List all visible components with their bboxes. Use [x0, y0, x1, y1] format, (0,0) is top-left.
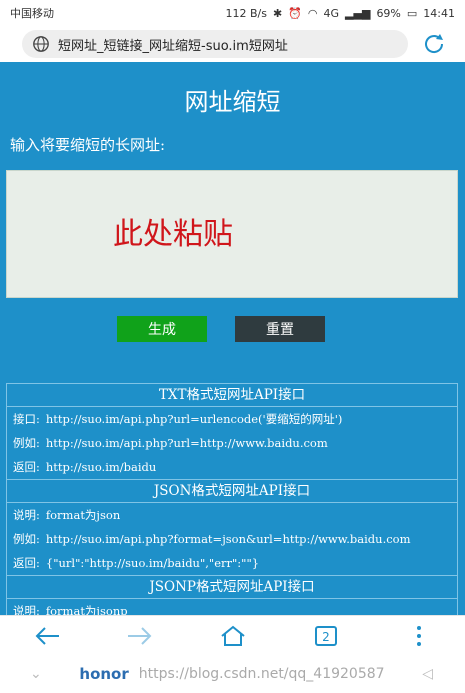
jsonp-api-row: 说明: format为jsonp — [13, 604, 128, 615]
system-center: honor https://blog.csdn.net/qq_41920587 — [79, 665, 384, 683]
browser-bottom-nav: 2 — [0, 615, 465, 656]
network-type: 4G — [323, 6, 340, 20]
menu-button[interactable] — [399, 619, 439, 653]
back-button[interactable] — [27, 619, 67, 653]
page-title: 网址缩短 — [184, 88, 281, 116]
home-icon — [220, 625, 245, 646]
status-right: 112 B/s ✱ ⏰ ◠ 4G ▂▄▆ 69% ▭ 14:41 — [226, 7, 456, 20]
brand-logo: honor — [79, 665, 129, 683]
bluetooth-icon: ✱ — [272, 6, 283, 20]
collapse-icon[interactable]: ⌄ — [30, 666, 42, 682]
tab-count: 2 — [322, 630, 330, 644]
system-nav-bar: ⌄ honor https://blog.csdn.net/qq_4192058… — [0, 655, 465, 693]
txt-api-row: 返回: http://suo.im/baidu — [7, 455, 457, 480]
json-api-row: 说明: format为json — [13, 508, 121, 522]
jsonp-api-title: JSONP格式短网址API接口 — [7, 576, 457, 599]
reset-button[interactable]: 重置 — [235, 316, 325, 342]
generate-button[interactable]: 生成 — [117, 316, 207, 342]
home-button[interactable] — [213, 619, 253, 653]
json-api-row: 例如: http://suo.im/api.php?format=json&url… — [13, 532, 411, 546]
watermark-text: https://blog.csdn.net/qq_41920587 — [138, 666, 385, 682]
signal-icon: ▂▄▆ — [345, 6, 371, 20]
clock: 14:41 — [423, 6, 455, 20]
carrier-label: 中国移动 — [10, 7, 54, 20]
status-bar: 中国移动 112 B/s ✱ ⏰ ◠ 4G ▂▄▆ 69% ▭ 14:41 — [0, 0, 465, 26]
tabs-icon: 2 — [314, 626, 337, 646]
address-text: 短网址_短链接_网址缩短-suo.im短网址 — [58, 38, 288, 54]
battery-icon: ▭ — [406, 6, 418, 20]
txt-api-row: 例如: http://suo.im/api.php?url=http://www.… — [13, 436, 328, 450]
url-prompt: 输入将要缩短的长网址: — [10, 136, 166, 154]
back-arrow-icon — [35, 627, 59, 645]
txt-api-row: 接口: http://suo.im/api.php?url=urlencode('… — [13, 412, 343, 426]
wifi-icon: ◠ — [307, 6, 318, 20]
json-api-row: 返回: {"url":"http://suo.im/baidu","err":""… — [7, 551, 457, 576]
browser-toolbar: 短网址_短链接_网址缩短-suo.im短网址 — [0, 26, 465, 62]
recent-apps-icon[interactable]: ◁ — [422, 666, 433, 682]
tabs-button[interactable]: 2 — [306, 619, 346, 653]
web-page: 网址缩短 输入将要缩短的长网址: 此处粘贴 生成 重置 TXT格式短网址API接… — [0, 62, 465, 615]
reload-icon[interactable] — [421, 31, 447, 57]
api-docs-panel: TXT格式短网址API接口 接口: http://suo.im/api.php?u… — [6, 383, 458, 615]
globe-icon — [33, 36, 49, 52]
forward-button[interactable] — [120, 619, 160, 653]
address-bar[interactable]: 短网址_短链接_网址缩短-suo.im短网址 — [22, 30, 408, 58]
paste-hint: 此处粘贴 — [113, 217, 233, 252]
more-menu-icon — [416, 626, 421, 646]
long-url-input[interactable]: 此处粘贴 — [6, 170, 458, 298]
json-api-title: JSON格式短网址API接口 — [7, 480, 457, 503]
network-speed: 112 B/s — [225, 6, 267, 20]
forward-arrow-icon — [127, 627, 151, 645]
alarm-icon: ⏰ — [288, 6, 302, 20]
txt-api-title: TXT格式短网址API接口 — [7, 384, 457, 407]
battery-percent: 69% — [376, 6, 401, 20]
